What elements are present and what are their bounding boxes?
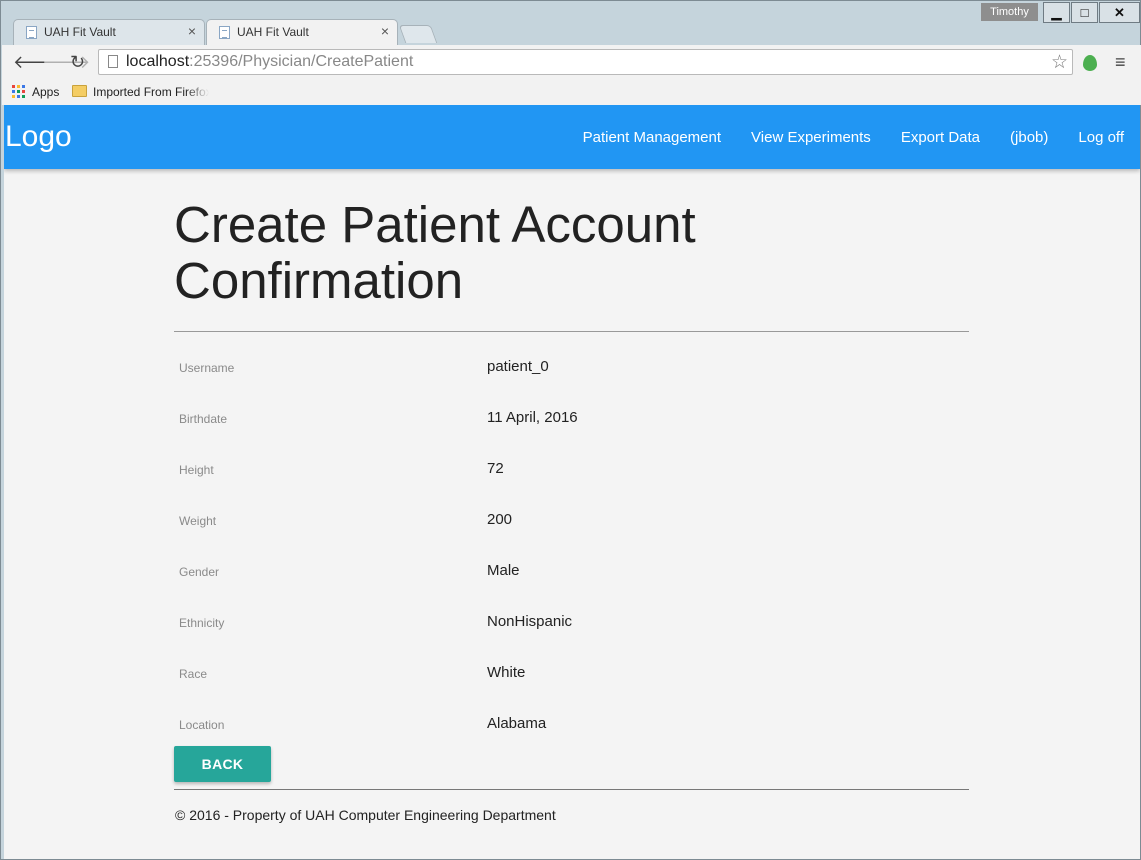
bookmark-star-icon[interactable]: ☆ [1051,51,1068,74]
field-label: Username [179,361,235,375]
field-value: 11 April, 2016 [487,409,578,426]
detail-row-height: Height 72 [174,450,969,501]
apps-icon[interactable] [12,85,25,98]
page-icon [219,26,230,39]
close-window-button[interactable]: ✕ [1099,2,1140,23]
bookmark-imported-from-firefox[interactable]: Imported From Firefox [93,85,209,99]
field-value: patient_0 [487,358,549,375]
logo[interactable]: Logo [5,120,72,154]
browser-toolbar: 🡐 🡒 ↻ localhost:25396/Physician/CreatePa… [2,45,1141,81]
apps-dot [22,85,25,88]
footer-divider [174,789,969,790]
page-viewport: Logo Patient Management View Experiments… [4,105,1140,859]
close-tab-icon[interactable]: × [188,24,196,38]
detail-row-birthdate: Birthdate 11 April, 2016 [174,399,969,450]
detail-row-username: Username patient_0 [174,348,969,399]
field-value: Alabama [487,715,547,732]
apps-dot [12,90,15,93]
field-label: Birthdate [179,412,228,426]
address-bar[interactable]: localhost:25396/Physician/CreatePatient … [98,49,1073,75]
apps-dot [12,85,15,88]
nav-export-data[interactable]: Export Data [901,129,980,146]
detail-row-location: Location Alabama [174,705,969,756]
profile-button[interactable]: Timothy [981,3,1038,21]
close-tab-icon[interactable]: × [381,24,389,38]
detail-row-weight: Weight 200 [174,501,969,552]
url-path: :25396/Physician/CreatePatient [189,53,414,70]
patient-details: Username patient_0 Birthdate 11 April, 2… [174,348,969,756]
url-text[interactable]: localhost:25396/Physician/CreatePatient [126,53,413,71]
page-icon [108,55,118,68]
footer-text: © 2016 - Property of UAH Computer Engine… [175,807,556,823]
new-tab-button[interactable] [398,25,438,43]
tab-strip: UAH Fit Vault × UAH Fit Vault × Timothy … [1,1,1141,45]
field-value: White [487,664,526,681]
nav-view-experiments[interactable]: View Experiments [751,129,871,146]
nav-log-off[interactable]: Log off [1078,129,1124,146]
browser-window: UAH Fit Vault × UAH Fit Vault × Timothy … [0,0,1141,860]
url-host: localhost [126,53,190,70]
back-button[interactable]: BACK [174,746,271,782]
divider [174,331,969,332]
site-navbar: Logo Patient Management View Experiments… [4,105,1140,169]
detail-row-ethnicity: Ethnicity NonHispanic [174,603,969,654]
main-content: Create Patient Account Confirmation User… [174,169,969,823]
field-value: 200 [487,511,513,528]
field-label: Location [179,718,225,732]
page-title: Create Patient Account Confirmation [174,196,696,309]
maximize-button[interactable]: □ [1071,2,1098,23]
field-label: Weight [179,514,217,528]
field-value: NonHispanic [487,613,573,630]
tab-title: UAH Fit Vault [237,25,309,39]
field-label: Height [179,463,214,477]
reload-icon[interactable]: ↻ [70,53,85,71]
minimize-button[interactable]: ▁ [1043,2,1070,23]
tab-uah-fit-vault-1[interactable]: UAH Fit Vault × [13,19,205,45]
page-icon [26,26,37,39]
bookmark-apps[interactable]: Apps [32,85,59,99]
extension-icon[interactable] [1083,55,1097,71]
apps-dot [17,95,20,98]
apps-dot [17,90,20,93]
apps-dot [17,85,20,88]
tab-uah-fit-vault-2[interactable]: UAH Fit Vault × [206,19,398,45]
field-value: 72 [487,460,504,477]
folder-icon[interactable] [72,85,87,97]
field-value: Male [487,562,520,579]
field-label: Ethnicity [179,616,225,630]
detail-row-race: Race White [174,654,969,705]
field-label: Race [179,667,208,681]
nav-user-account[interactable]: (jbob) [1010,129,1048,146]
apps-dot [22,95,25,98]
menu-icon[interactable]: ≡ [1115,53,1126,71]
nav-links: Patient Management View Experiments Expo… [583,129,1124,146]
apps-dot [12,95,15,98]
nav-patient-management[interactable]: Patient Management [583,129,721,146]
bookmarks-bar: Apps Imported From Firefox [2,81,1141,105]
detail-row-gender: Gender Male [174,552,969,603]
field-label: Gender [179,565,220,579]
apps-dot [22,90,25,93]
tab-title: UAH Fit Vault [44,25,116,39]
